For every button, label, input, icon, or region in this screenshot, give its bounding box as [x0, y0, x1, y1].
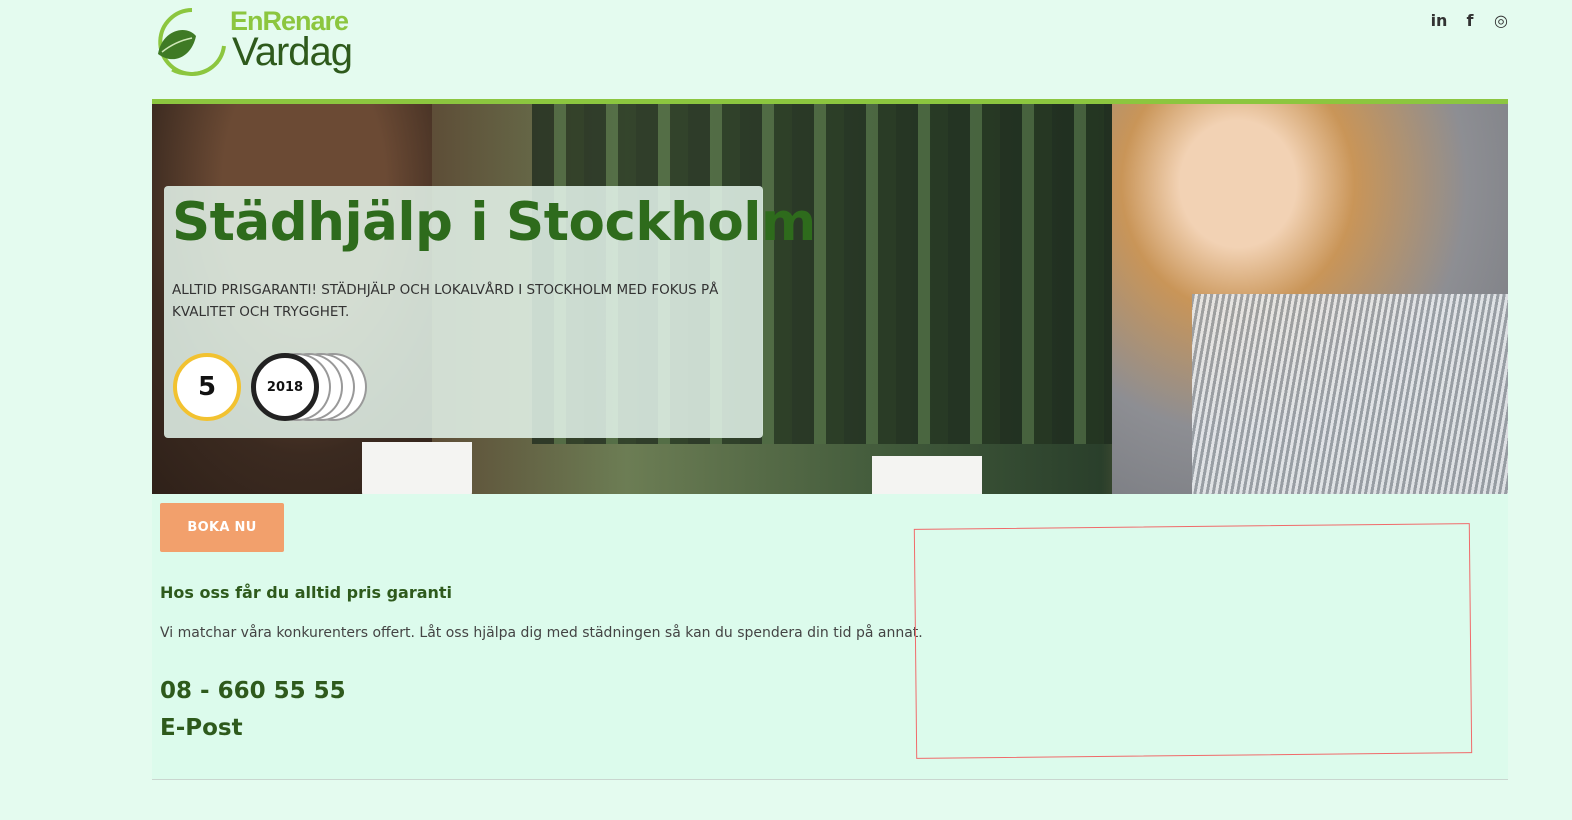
hero-shirt	[1192, 294, 1508, 494]
reco-2018-badge: 2018	[251, 353, 319, 421]
reco-5-years-badge: 5	[173, 353, 241, 421]
hero-banner: Städhjälp i Stockholm ALLTID PRISGARANTI…	[152, 104, 1508, 494]
hero-cup	[872, 456, 982, 494]
guarantee-heading: Hos oss får du alltid pris garanti	[160, 583, 453, 602]
content-divider	[152, 779, 1508, 780]
page-title: Städhjälp i Stockholm	[172, 192, 816, 253]
social-links: in f ◎	[1430, 10, 1510, 30]
guarantee-text: Vi matchar våra konkurenters offert. Låt…	[160, 625, 923, 641]
embedded-form-frame[interactable]	[913, 523, 1473, 759]
instagram-icon[interactable]: ◎	[1492, 10, 1510, 30]
linkedin-icon[interactable]: in	[1430, 10, 1448, 30]
email-link[interactable]: E-Post	[160, 715, 243, 741]
badge-years-value: 5	[197, 372, 217, 402]
logo[interactable]: EnRenare Vardag	[152, 6, 362, 78]
leaf-logo-icon	[158, 8, 226, 76]
facebook-icon[interactable]: f	[1461, 10, 1479, 30]
logo-text-bottom: Vardag	[232, 30, 353, 74]
hero-cup	[362, 442, 472, 494]
hero-subtitle: ALLTID PRISGARANTI! STÄDHJÄLP OCH LOKALV…	[172, 282, 719, 320]
hero-card: Städhjälp i Stockholm ALLTID PRISGARANTI…	[164, 186, 816, 438]
phone-link[interactable]: 08 - 660 55 55	[160, 678, 346, 704]
book-now-button[interactable]: BOKA NU	[160, 503, 284, 552]
badge-year-value: 2018	[266, 379, 304, 395]
